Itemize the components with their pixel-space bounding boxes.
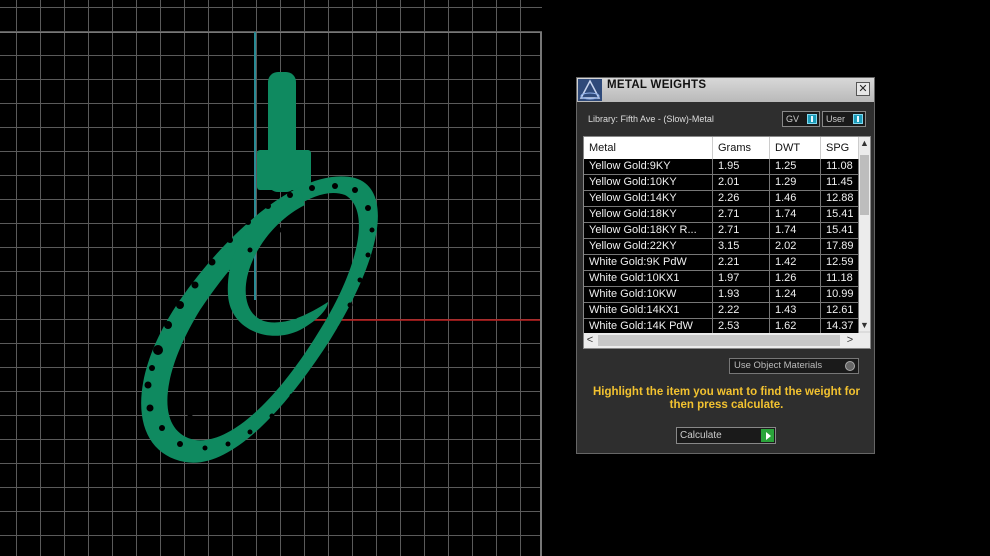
table-cell: 2.02 bbox=[770, 239, 821, 254]
table-cell: 15.41 bbox=[821, 223, 859, 238]
user-toggle[interactable]: User bbox=[822, 111, 866, 127]
radio-icon[interactable] bbox=[845, 361, 855, 371]
table-cell: Yellow Gold:10KY bbox=[584, 175, 713, 190]
table-cell: 17.89 bbox=[821, 239, 859, 254]
table-cell: 11.08 bbox=[821, 159, 859, 174]
table-cell: 10.99 bbox=[821, 287, 859, 302]
table-row[interactable]: White Gold:10KX1 1.97 1.26 11.18 bbox=[584, 271, 859, 287]
table-row[interactable]: White Gold:14KX1 2.22 1.43 12.61 bbox=[584, 303, 859, 319]
close-button[interactable]: ✕ bbox=[856, 82, 870, 96]
table-cell: 2.22 bbox=[713, 303, 770, 318]
table-cell: 2.26 bbox=[713, 191, 770, 206]
table-cell: Yellow Gold:9KY bbox=[584, 159, 713, 174]
table-cell: 1.25 bbox=[770, 159, 821, 174]
table-cell: Yellow Gold:18KY R... bbox=[584, 223, 713, 238]
table-cell: White Gold:14KX1 bbox=[584, 303, 713, 318]
calculate-label: Calculate bbox=[680, 430, 722, 441]
scroll-down-icon[interactable]: ▼ bbox=[859, 319, 870, 331]
table-row[interactable]: White Gold:10KW 1.93 1.24 10.99 bbox=[584, 287, 859, 303]
table-body[interactable]: Yellow Gold:9KY 1.95 1.25 11.08 Yellow Gold:… bbox=[584, 159, 859, 335]
table-row[interactable]: Yellow Gold:10KY 2.01 1.29 11.45 bbox=[584, 175, 859, 191]
table-cell: 1.24 bbox=[770, 287, 821, 302]
scroll-left-icon[interactable]: < bbox=[584, 333, 596, 348]
table-cell: 2.71 bbox=[713, 207, 770, 222]
gv-toggle[interactable]: GV bbox=[782, 111, 820, 127]
table-cell: 2.71 bbox=[713, 223, 770, 238]
library-label: Library: Fifth Ave - (Slow)-Metal bbox=[588, 114, 714, 124]
table-cell: 12.59 bbox=[821, 255, 859, 270]
toggle-switch-icon bbox=[807, 114, 817, 124]
use-object-materials-option[interactable]: Use Object Materials bbox=[729, 358, 859, 374]
table-cell: 1.43 bbox=[770, 303, 821, 318]
table-row[interactable]: Yellow Gold:18KY R... 2.71 1.74 15.41 bbox=[584, 223, 859, 239]
table-cell: 1.46 bbox=[770, 191, 821, 206]
table-cell: 3.15 bbox=[713, 239, 770, 254]
horizontal-scroll-thumb[interactable] bbox=[598, 335, 840, 346]
calculate-button[interactable]: Calculate bbox=[676, 427, 776, 444]
table-cell: 1.42 bbox=[770, 255, 821, 270]
column-header[interactable]: SPG bbox=[821, 137, 859, 159]
table-row[interactable]: Yellow Gold:9KY 1.95 1.25 11.08 bbox=[584, 159, 859, 175]
table-cell: 12.88 bbox=[821, 191, 859, 206]
table-row[interactable]: Yellow Gold:18KY 2.71 1.74 15.41 bbox=[584, 207, 859, 223]
table-cell: 1.95 bbox=[713, 159, 770, 174]
table-cell: 14.37 bbox=[821, 319, 859, 334]
panel-titlebar[interactable]: METAL WEIGHTS ✕ bbox=[577, 78, 874, 102]
table-cell: 1.74 bbox=[770, 207, 821, 222]
table-cell: White Gold:9K PdW bbox=[584, 255, 713, 270]
viewport-scene bbox=[141, 32, 540, 463]
panel-title: METAL WEIGHTS bbox=[607, 79, 707, 91]
vertical-scroll-thumb[interactable] bbox=[860, 155, 869, 215]
table-row[interactable]: Yellow Gold:22KY 3.15 2.02 17.89 bbox=[584, 239, 859, 255]
metal-table[interactable]: Metal Grams DWT SPG Yellow Gold:9KY 1.95 1.25… bbox=[583, 136, 871, 349]
table-row[interactable]: Yellow Gold:14KY 2.26 1.46 12.88 bbox=[584, 191, 859, 207]
use-materials-label: Use Object Materials bbox=[734, 360, 823, 371]
table-cell: 12.61 bbox=[821, 303, 859, 318]
table-cell: Yellow Gold:22KY bbox=[584, 239, 713, 254]
user-label: User bbox=[826, 114, 846, 124]
table-cell: 2.21 bbox=[713, 255, 770, 270]
table-cell: 2.53 bbox=[713, 319, 770, 334]
toggle-switch-icon bbox=[853, 114, 863, 124]
table-cell: 1.29 bbox=[770, 175, 821, 190]
table-cell: White Gold:14K PdW bbox=[584, 319, 713, 334]
table-cell: 1.26 bbox=[770, 271, 821, 286]
scroll-up-icon[interactable]: ▲ bbox=[859, 137, 870, 149]
instructions-text: Highlight the item you want to find the … bbox=[592, 386, 861, 411]
metal-weights-panel: METAL WEIGHTS ✕ Library: Fifth Ave - (Sl… bbox=[576, 77, 875, 454]
table-cell: 15.41 bbox=[821, 207, 859, 222]
table-cell: 1.93 bbox=[713, 287, 770, 302]
table-cell: Yellow Gold:18KY bbox=[584, 207, 713, 222]
table-cell: 11.18 bbox=[821, 271, 859, 286]
scroll-right-icon[interactable]: > bbox=[844, 333, 856, 348]
table-cell: Yellow Gold:14KY bbox=[584, 191, 713, 206]
table-cell: 2.01 bbox=[713, 175, 770, 190]
column-header[interactable]: DWT bbox=[770, 137, 821, 159]
table-header: Metal Grams DWT SPG bbox=[584, 137, 859, 160]
table-cell: 1.74 bbox=[770, 223, 821, 238]
pendant-model[interactable] bbox=[141, 72, 378, 463]
3d-viewport[interactable] bbox=[0, 0, 542, 556]
gv-label: GV bbox=[786, 114, 800, 124]
vertical-scrollbar[interactable]: ▲ ▼ bbox=[859, 137, 870, 331]
column-header[interactable]: Metal bbox=[584, 137, 713, 159]
play-icon bbox=[761, 429, 774, 442]
horizontal-scrollbar[interactable]: < > bbox=[584, 333, 870, 348]
table-cell: 1.97 bbox=[713, 271, 770, 286]
logo-icon bbox=[578, 79, 602, 101]
table-row[interactable]: White Gold:9K PdW 2.21 1.42 12.59 bbox=[584, 255, 859, 271]
table-cell: 1.62 bbox=[770, 319, 821, 334]
column-header[interactable]: Grams bbox=[713, 137, 770, 159]
table-cell: White Gold:10KX1 bbox=[584, 271, 713, 286]
table-cell: 11.45 bbox=[821, 175, 859, 190]
table-cell: White Gold:10KW bbox=[584, 287, 713, 302]
